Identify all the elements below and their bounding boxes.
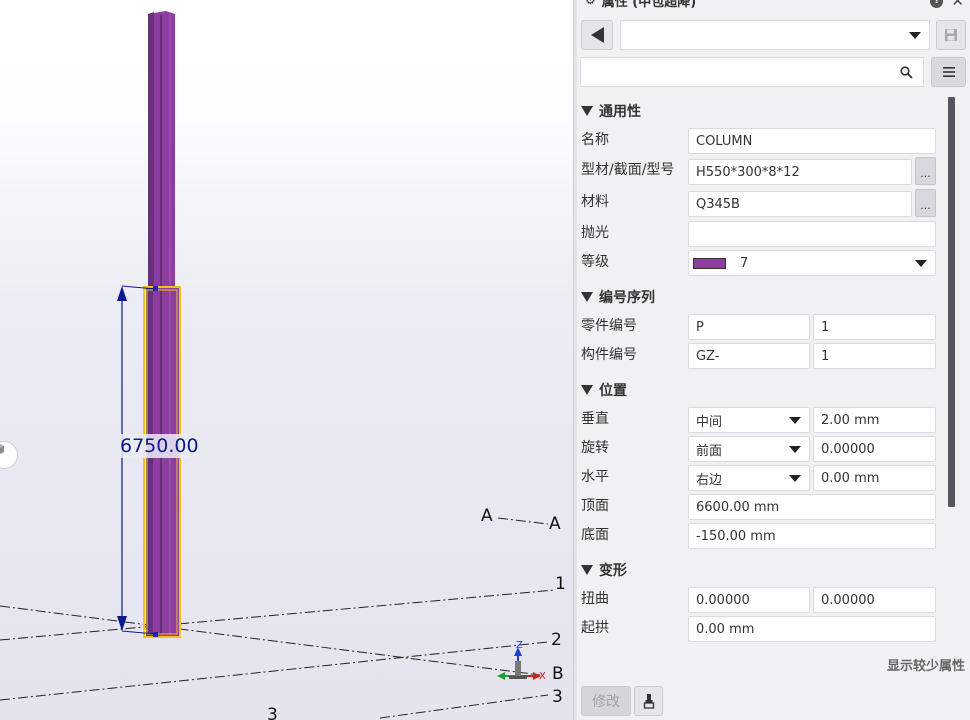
section-general[interactable]: 通用性: [581, 101, 641, 121]
label-camber: 起拱: [581, 620, 609, 636]
pick-tool-icon: [643, 694, 654, 709]
grid-label-1: 1: [555, 574, 566, 594]
horizontal-dropdown[interactable]: 右边: [688, 465, 810, 491]
bottom-field[interactable]: -150.00 mm: [688, 523, 936, 549]
label-profile: 型材/截面/型号: [581, 162, 675, 178]
properties-panel: ⚙ 属性 (中包超降) ? ✕ 通用性 名称 COLUMN 型材/截面/型号 H…: [577, 0, 970, 720]
section-position[interactable]: 位置: [581, 380, 627, 400]
label-top: 顶面: [581, 498, 609, 514]
material-browse-button[interactable]: ...: [915, 189, 936, 217]
part-prefix-field[interactable]: P: [688, 314, 810, 340]
assembly-prefix-field[interactable]: GZ-: [688, 343, 810, 369]
grid-label-2: 2: [551, 630, 562, 650]
search-input[interactable]: [580, 57, 924, 87]
chevron-down-icon: [909, 32, 921, 39]
column-selected[interactable]: [143, 286, 181, 638]
back-button[interactable]: [581, 20, 613, 50]
menu-button[interactable]: [931, 57, 966, 87]
twist-end-field[interactable]: 0.00000: [813, 587, 936, 613]
collapse-triangle-icon: [581, 106, 593, 116]
label-assembly-number: 构件编号: [581, 347, 637, 363]
axis-z-label: Z: [516, 640, 523, 651]
part-start-field[interactable]: 1: [813, 314, 936, 340]
save-button[interactable]: [936, 20, 966, 50]
save-icon: [945, 29, 957, 41]
scrollbar-thumb[interactable]: [948, 97, 955, 507]
label-twist: 扭曲: [581, 591, 609, 607]
label-finish: 抛光: [581, 225, 609, 241]
close-icon[interactable]: ✕: [951, 0, 964, 10]
label-name: 名称: [581, 132, 609, 148]
grid-label-a-left: A: [481, 506, 493, 526]
label-bottom: 底面: [581, 527, 609, 543]
label-rotation: 旋转: [581, 440, 609, 456]
assembly-start-field[interactable]: 1: [813, 343, 936, 369]
handle-bottom[interactable]: [153, 632, 158, 637]
twist-start-field[interactable]: 0.00000: [688, 587, 810, 613]
dimension-text: 6750.00: [120, 435, 199, 457]
modify-button[interactable]: 修改: [581, 686, 631, 716]
axis-x-label: X: [539, 671, 546, 682]
model-viewport[interactable]: 6750.00 A A 1 2 B 3 3 Z X: [0, 0, 573, 720]
profile-field[interactable]: H550*300*8*12: [688, 159, 912, 185]
label-horizontal: 水平: [581, 469, 609, 485]
column-upper[interactable]: [148, 11, 175, 289]
collapse-triangle-icon: [581, 565, 593, 575]
list-icon: [942, 67, 955, 77]
chevron-down-icon: [915, 260, 927, 267]
grid-label-b: B: [552, 664, 564, 684]
help-icon[interactable]: ?: [930, 0, 944, 8]
label-vertical: 垂直: [581, 411, 609, 427]
camber-field[interactable]: 0.00 mm: [688, 616, 936, 642]
back-arrow-icon: [590, 27, 604, 43]
gear-icon: ⚙: [585, 0, 596, 7]
panel-title-bar: ⚙ 属性 (中包超降) ? ✕: [577, 0, 970, 10]
top-field[interactable]: 6600.00 mm: [688, 494, 936, 520]
label-class: 等级: [581, 254, 609, 270]
material-field[interactable]: Q345B: [688, 191, 912, 217]
vertical-offset-field[interactable]: 2.00 mm: [813, 407, 936, 433]
label-material: 材料: [581, 194, 609, 210]
search-icon: [900, 66, 913, 79]
section-deformation[interactable]: 变形: [581, 560, 627, 580]
grid-label-3-bottom: 3: [267, 705, 278, 720]
pick-button[interactable]: [634, 686, 663, 716]
chevron-down-icon: [789, 475, 801, 482]
collapse-triangle-icon: [581, 292, 593, 302]
profile-browse-button[interactable]: ...: [915, 157, 936, 185]
grid-label-a-right: A: [549, 514, 561, 534]
horizontal-offset-field[interactable]: 0.00 mm: [813, 465, 936, 491]
model-view-canvas[interactable]: 6750.00 A A 1 2 B 3 3 Z X: [0, 0, 573, 720]
panel-title: 属性 (中包超降): [601, 0, 697, 10]
rotation-dropdown[interactable]: 前面: [688, 436, 810, 462]
grid-label-3-right: 3: [552, 687, 563, 707]
class-color-swatch: [693, 257, 726, 269]
section-numbering[interactable]: 编号序列: [581, 287, 655, 307]
finish-field[interactable]: [688, 221, 936, 247]
show-less-link[interactable]: 显示较少属性: [887, 655, 965, 674]
vertical-dropdown[interactable]: 中间: [688, 407, 810, 433]
grid-lines: [0, 517, 556, 719]
name-field[interactable]: COLUMN: [688, 128, 936, 154]
collapse-triangle-icon: [581, 385, 593, 395]
rotation-offset-field[interactable]: 0.00000: [813, 436, 936, 462]
label-part-number: 零件编号: [581, 318, 637, 334]
chevron-down-icon: [789, 446, 801, 453]
chevron-down-icon: [789, 417, 801, 424]
preset-dropdown[interactable]: [620, 20, 930, 50]
class-dropdown[interactable]: 7: [688, 250, 936, 276]
